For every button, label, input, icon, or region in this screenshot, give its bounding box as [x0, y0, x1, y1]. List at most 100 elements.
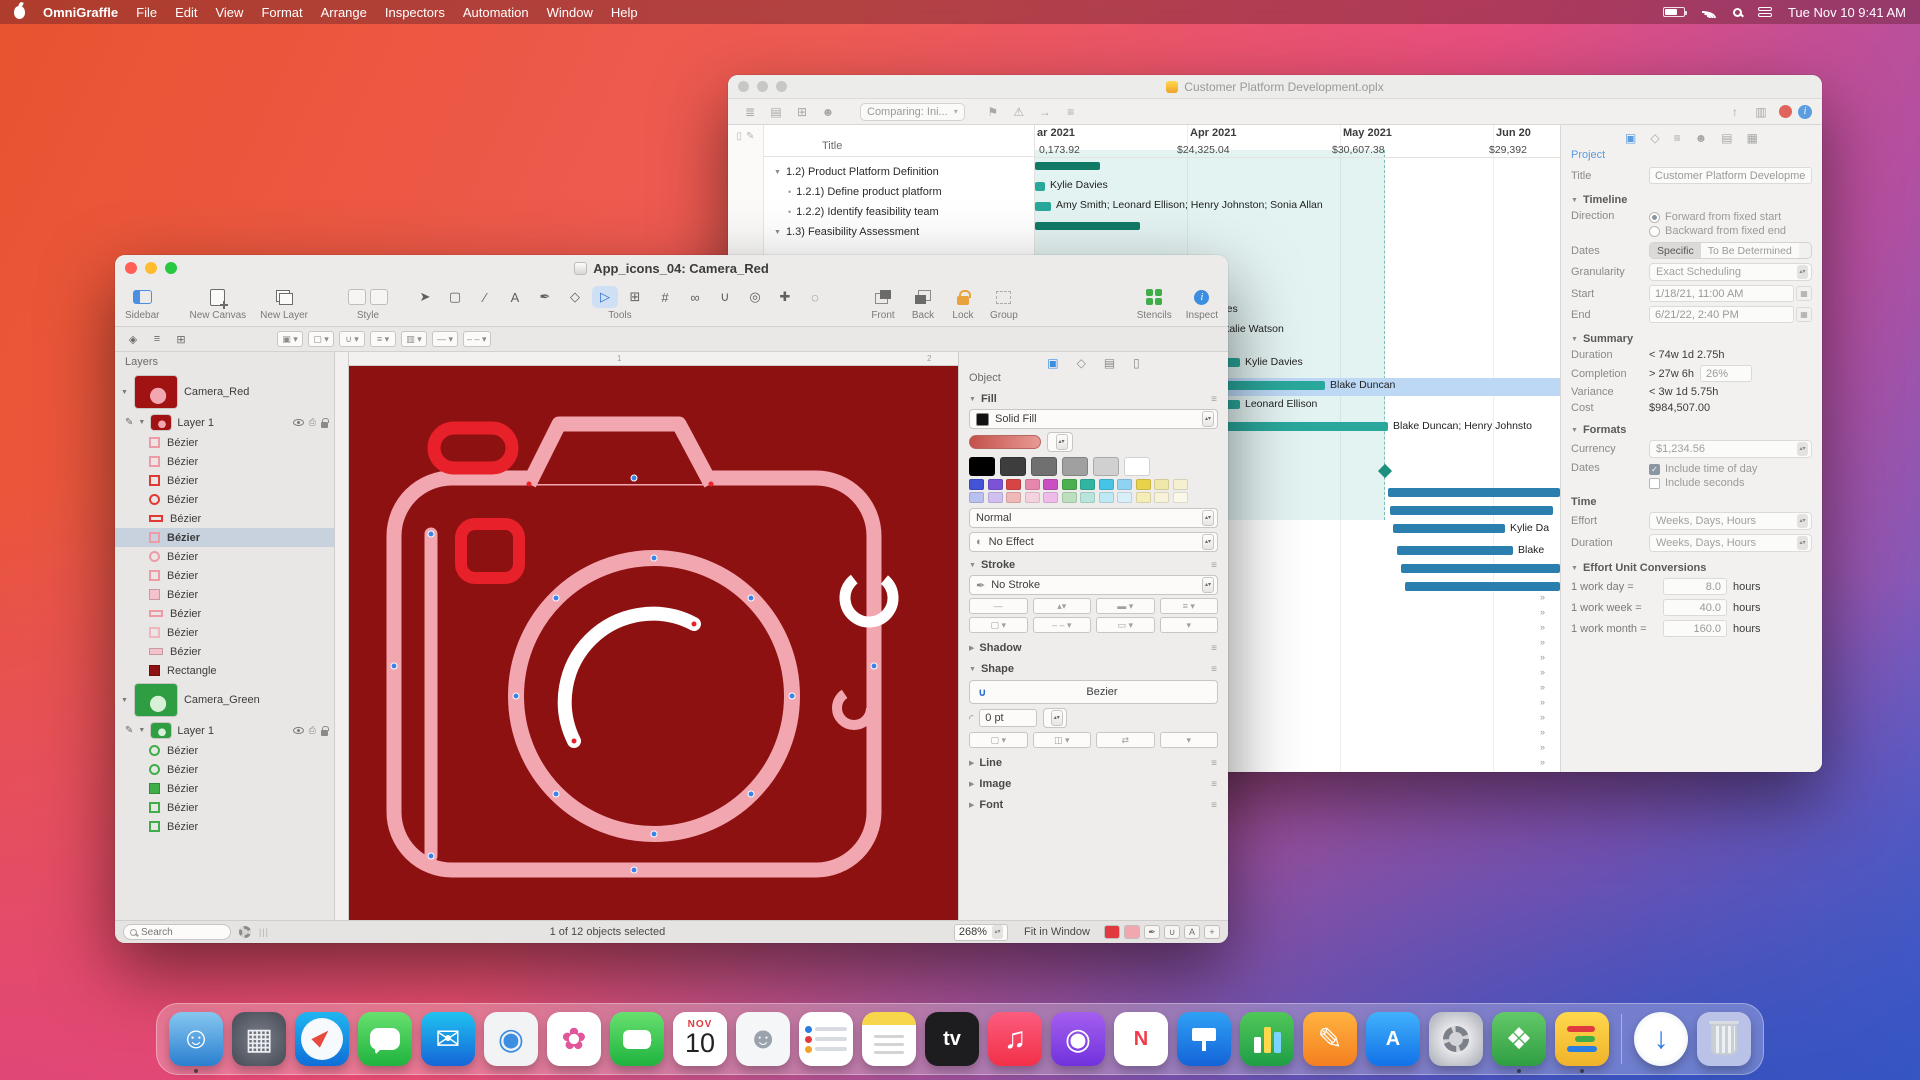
level-resources-icon[interactable]: ≡ — [1059, 103, 1083, 121]
print-icon[interactable]: ⎙ — [309, 417, 316, 428]
disclosure-icon[interactable]: ▼ — [138, 727, 145, 734]
dock-item-photos[interactable]: ✿ — [547, 1012, 601, 1066]
canvas-tab-icon[interactable]: ▤ — [1104, 356, 1115, 370]
duration-units-dropdown[interactable]: Weeks, Days, Hours ▴▾ — [1649, 534, 1812, 552]
dock-item-mail[interactable]: ✉ — [421, 1012, 475, 1066]
zoom-tool[interactable]: ◎ — [742, 286, 768, 308]
dock-item-podcasts[interactable]: ◉ — [1051, 1012, 1105, 1066]
disclosure-icon[interactable]: ▼ — [121, 697, 128, 704]
dock-item-facetime[interactable] — [610, 1012, 664, 1066]
stroke-width-field[interactable]: — — [969, 598, 1028, 614]
menu-help[interactable]: Help — [611, 5, 638, 20]
lock-icon[interactable] — [321, 730, 328, 736]
task-bar[interactable] — [1393, 524, 1505, 533]
grid-icon[interactable]: ⊞ — [171, 331, 191, 348]
menu-format[interactable]: Format — [261, 5, 302, 20]
effort-units-dropdown[interactable]: Weeks, Days, Hours ▴▾ — [1649, 512, 1812, 530]
conversion-value-field[interactable] — [1663, 578, 1727, 595]
color-swatch[interactable] — [969, 457, 995, 476]
menu-automation[interactable]: Automation — [463, 5, 529, 20]
project-tab-icon[interactable]: ▣ — [1625, 131, 1636, 145]
radio-icon[interactable] — [1649, 226, 1660, 237]
minimize-button[interactable] — [757, 81, 768, 92]
style-brush-tool[interactable]: ⊞ — [622, 286, 648, 308]
task-row[interactable]: •1.2.1) Define product platform — [764, 182, 1034, 202]
dock-item-downloads[interactable]: ↓ — [1634, 1012, 1688, 1066]
fill-chip[interactable]: ▣ ▾ — [277, 331, 303, 347]
color-swatch[interactable] — [969, 479, 984, 490]
shape-type-control[interactable]: ∪ Bezier — [969, 680, 1218, 704]
color-swatch[interactable] — [1000, 457, 1026, 476]
layer-item[interactable]: ✎ ▼ Layer 1 ⎙ — [115, 412, 334, 433]
summary-bar[interactable] — [1035, 162, 1100, 170]
wifi-icon[interactable] — [1701, 6, 1717, 18]
tasks-tab-icon[interactable]: ≡ — [1674, 131, 1681, 145]
object-item[interactable]: Bézier — [115, 760, 334, 779]
direction-forward-option[interactable]: Forward from fixed start — [1649, 210, 1812, 224]
point-editor-tool[interactable]: ▷ — [592, 286, 618, 308]
object-item[interactable]: Bézier — [115, 433, 334, 452]
stroke-chip[interactable]: ▢ ▾ — [308, 331, 334, 347]
task-bar[interactable] — [1390, 506, 1553, 515]
minimize-button[interactable] — [145, 262, 157, 274]
dock-item-apple-tv[interactable]: tv — [925, 1012, 979, 1066]
fill-style-well[interactable] — [348, 289, 366, 305]
path-chip[interactable]: ∪ ▾ — [339, 331, 365, 347]
conversions-section-header[interactable]: ▼ Effort Unit Conversions — [1561, 554, 1822, 576]
sidebar-toggle-button[interactable] — [129, 286, 155, 308]
dock-item-music[interactable]: ♫ — [988, 1012, 1042, 1066]
lock-button[interactable] — [950, 286, 976, 308]
stroke-ends-dropdown[interactable]: ▭ ▾ — [1096, 617, 1155, 633]
disclosure-icon[interactable]: ▼ — [121, 389, 128, 396]
checkbox-checked-icon[interactable]: ✓ — [1649, 464, 1660, 475]
color-swatch[interactable] — [1080, 492, 1095, 503]
stroke-section-header[interactable]: ▼ Stroke ≡ — [959, 553, 1228, 574]
color-swatch[interactable] — [1006, 492, 1021, 503]
line-section-header[interactable]: ▶ Line ≡ — [959, 751, 1228, 772]
spotlight-icon[interactable] — [1733, 8, 1742, 17]
zoom-button[interactable] — [165, 262, 177, 274]
new-canvas-button[interactable] — [205, 286, 231, 308]
canvases-icon[interactable]: ◈ — [123, 331, 143, 348]
summary-bar[interactable] — [1035, 222, 1140, 230]
dock-item-app-store[interactable]: A — [1366, 1012, 1420, 1066]
text-style-chip[interactable]: A — [1184, 925, 1200, 939]
rubber-stamp-tool[interactable]: # — [652, 286, 678, 308]
info-button[interactable]: i — [1798, 105, 1812, 119]
omnigraffle-window[interactable]: App_icons_04: Camera_Red Sidebar New Can… — [115, 255, 1228, 943]
corner-radius-stepper[interactable]: ▴▾ — [1043, 708, 1067, 728]
color-swatch[interactable] — [1136, 479, 1151, 490]
text-tool[interactable]: A — [502, 286, 528, 308]
conversion-value-field[interactable] — [1663, 599, 1727, 616]
dock-item-calendar[interactable]: NOV10 — [673, 1012, 727, 1066]
outline-icon[interactable]: ≡ — [147, 331, 167, 348]
include-time-option[interactable]: ✓ Include time of day — [1649, 462, 1812, 476]
collapsed-rows-icon[interactable]: » — [1540, 727, 1545, 737]
baseline-icon[interactable]: ⚑ — [981, 103, 1005, 121]
menu-inspectors[interactable]: Inspectors — [385, 5, 445, 20]
vertical-ruler[interactable] — [335, 352, 349, 920]
stroke-width-stepper[interactable]: ▴▾ — [1033, 598, 1092, 614]
dock-item-omnigraffle[interactable]: ❖ — [1492, 1012, 1546, 1066]
calendar-picker-icon[interactable]: ▦ — [1796, 307, 1812, 322]
collapsed-rows-icon[interactable]: » — [1540, 607, 1545, 617]
object-item[interactable]: Bézier — [115, 452, 334, 471]
object-item[interactable]: Bézier — [115, 547, 334, 566]
object-item[interactable]: Bézier — [115, 509, 334, 528]
custom-data-tab-icon[interactable]: ▦ — [1747, 131, 1758, 145]
omniplan-titlebar[interactable]: Customer Platform Development.oplx — [728, 75, 1822, 99]
visibility-icon[interactable] — [293, 727, 304, 734]
collapsed-rows-icon[interactable]: » — [1540, 622, 1545, 632]
dash-style-chip[interactable]: – – ▾ — [463, 331, 491, 347]
object-item[interactable]: Bézier — [115, 642, 334, 661]
color-swatch[interactable] — [1173, 492, 1188, 503]
shape-more-button[interactable]: ▾ — [1160, 732, 1219, 748]
task-row[interactable]: ▼1.2) Product Platform Definition — [764, 162, 1034, 182]
end-date-field[interactable] — [1649, 306, 1794, 323]
stroke-type-dropdown[interactable]: ✒ No Stroke ▴▾ — [969, 575, 1218, 595]
stroke-join-dropdown[interactable]: ▢ ▾ — [969, 617, 1028, 633]
collapsed-rows-icon[interactable]: » — [1540, 637, 1545, 647]
search-input[interactable] — [141, 927, 211, 938]
color-swatch[interactable] — [1043, 492, 1058, 503]
canvas-item[interactable]: ▼ Camera_Green — [115, 680, 334, 720]
